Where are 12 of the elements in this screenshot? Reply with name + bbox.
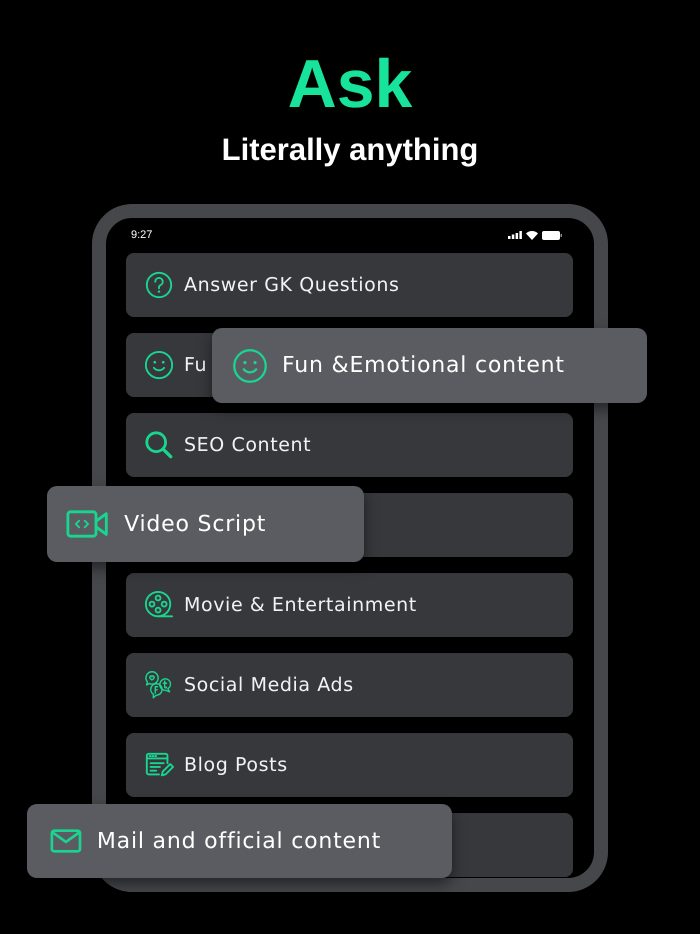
menu-item-label: Social Media Ads — [184, 674, 354, 696]
subtitle: Literally anything — [222, 132, 478, 168]
popout-label: Video Script — [124, 512, 266, 536]
menu-item-label: SEO Content — [184, 434, 312, 456]
menu-item-label: Fu — [184, 354, 208, 376]
menu-item-label: Answer GK Questions — [184, 274, 400, 296]
menu-item-label: Blog Posts — [184, 754, 288, 776]
headline: Ask — [288, 48, 412, 120]
menu-item-label: Movie & Entertainment — [184, 594, 417, 616]
popout-label: Fun &Emotional content — [282, 353, 565, 378]
status-time: 9:27 — [131, 229, 152, 241]
popout-label: Mail and official content — [96, 828, 382, 854]
